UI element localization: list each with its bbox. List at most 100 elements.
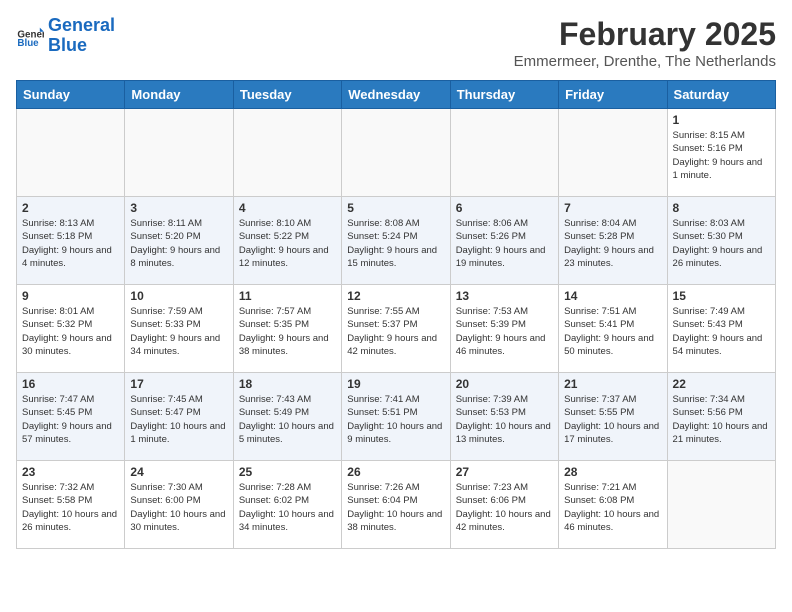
calendar-cell: 17 Sunrise: 7:45 AM Sunset: 5:47 PM Dayli… [125,373,233,461]
day-number: 4 [239,201,336,215]
day-info: Sunrise: 7:30 AM Sunset: 6:00 PM Dayligh… [130,481,227,534]
day-number: 14 [564,289,661,303]
calendar-cell: 12 Sunrise: 7:55 AM Sunset: 5:37 PM Dayli… [342,285,450,373]
calendar-week-row: 16 Sunrise: 7:47 AM Sunset: 5:45 PM Dayli… [17,373,776,461]
calendar-cell [667,461,775,549]
day-number: 28 [564,465,661,479]
calendar-cell: 22Sunrise: 7:34 AM Sunset: 5:56 PM Dayli… [667,373,775,461]
calendar-cell: 7 Sunrise: 8:04 AM Sunset: 5:28 PM Daylig… [559,197,667,285]
calendar-cell: 6Sunrise: 8:06 AM Sunset: 5:26 PM Daylig… [450,197,558,285]
header-area: General Blue General Blue February 2025 … [16,16,776,70]
calendar-cell: 11Sunrise: 7:57 AM Sunset: 5:35 PM Dayli… [233,285,341,373]
day-info: Sunrise: 7:43 AM Sunset: 5:49 PM Dayligh… [239,393,336,446]
location-title: Emmermeer, Drenthe, The Netherlands [514,53,776,70]
col-header-saturday: Saturday [667,81,775,109]
day-number: 18 [239,377,336,391]
day-info: Sunrise: 8:04 AM Sunset: 5:28 PM Dayligh… [564,217,661,270]
day-info: Sunrise: 7:26 AM Sunset: 6:04 PM Dayligh… [347,481,444,534]
day-info: Sunrise: 7:23 AM Sunset: 6:06 PM Dayligh… [456,481,553,534]
day-info: Sunrise: 8:06 AM Sunset: 5:26 PM Dayligh… [456,217,553,270]
calendar-header-row: SundayMondayTuesdayWednesdayThursdayFrid… [17,81,776,109]
calendar-cell: 5Sunrise: 8:08 AM Sunset: 5:24 PM Daylig… [342,197,450,285]
month-title: February 2025 [514,16,776,53]
calendar-cell [559,109,667,197]
day-info: Sunrise: 7:37 AM Sunset: 5:55 PM Dayligh… [564,393,661,446]
col-header-wednesday: Wednesday [342,81,450,109]
day-info: Sunrise: 8:15 AM Sunset: 5:16 PM Dayligh… [673,129,770,182]
day-number: 9 [22,289,119,303]
col-header-sunday: Sunday [17,81,125,109]
day-info: Sunrise: 8:11 AM Sunset: 5:20 PM Dayligh… [130,217,227,270]
calendar-cell: 28 Sunrise: 7:21 AM Sunset: 6:08 PM Dayli… [559,461,667,549]
calendar-cell: 14 Sunrise: 7:51 AM Sunset: 5:41 PM Dayli… [559,285,667,373]
calendar-cell: 8 Sunrise: 8:03 AM Sunset: 5:30 PM Daylig… [667,197,775,285]
day-number: 13 [456,289,553,303]
calendar-cell: 21 Sunrise: 7:37 AM Sunset: 5:55 PM Dayli… [559,373,667,461]
calendar-cell: 24 Sunrise: 7:30 AM Sunset: 6:00 PM Dayli… [125,461,233,549]
col-header-monday: Monday [125,81,233,109]
col-header-friday: Friday [559,81,667,109]
day-info: Sunrise: 7:49 AM Sunset: 5:43 PM Dayligh… [673,305,770,358]
day-number: 17 [130,377,227,391]
calendar-cell: 1 Sunrise: 8:15 AM Sunset: 5:16 PM Daylig… [667,109,775,197]
day-number: 7 [564,201,661,215]
day-info: Sunrise: 7:21 AM Sunset: 6:08 PM Dayligh… [564,481,661,534]
day-number: 16 [22,377,119,391]
calendar-cell [342,109,450,197]
day-info: Sunrise: 7:41 AM Sunset: 5:51 PM Dayligh… [347,393,444,446]
calendar-cell: 23 Sunrise: 7:32 AM Sunset: 5:58 PM Dayli… [17,461,125,549]
calendar-cell [17,109,125,197]
day-info: Sunrise: 8:13 AM Sunset: 5:18 PM Dayligh… [22,217,119,270]
day-number: 23 [22,465,119,479]
day-number: 24 [130,465,227,479]
logo-general: General [48,15,115,35]
day-number: 10 [130,289,227,303]
calendar-week-row: 2 Sunrise: 8:13 AM Sunset: 5:18 PM Daylig… [17,197,776,285]
calendar-cell: 9 Sunrise: 8:01 AM Sunset: 5:32 PM Daylig… [17,285,125,373]
day-info: Sunrise: 7:53 AM Sunset: 5:39 PM Dayligh… [456,305,553,358]
calendar-cell: 27 Sunrise: 7:23 AM Sunset: 6:06 PM Dayli… [450,461,558,549]
calendar-cell: 16 Sunrise: 7:47 AM Sunset: 5:45 PM Dayli… [17,373,125,461]
day-number: 1 [673,113,770,127]
day-info: Sunrise: 8:03 AM Sunset: 5:30 PM Dayligh… [673,217,770,270]
day-number: 25 [239,465,336,479]
day-number: 22 [673,377,770,391]
day-info: Sunrise: 8:01 AM Sunset: 5:32 PM Dayligh… [22,305,119,358]
calendar-cell: 25 Sunrise: 7:28 AM Sunset: 6:02 PM Dayli… [233,461,341,549]
day-info: Sunrise: 7:55 AM Sunset: 5:37 PM Dayligh… [347,305,444,358]
day-info: Sunrise: 7:51 AM Sunset: 5:41 PM Dayligh… [564,305,661,358]
day-info: Sunrise: 7:45 AM Sunset: 5:47 PM Dayligh… [130,393,227,446]
title-area: February 2025 Emmermeer, Drenthe, The Ne… [514,16,776,70]
day-info: Sunrise: 7:32 AM Sunset: 5:58 PM Dayligh… [22,481,119,534]
day-info: Sunrise: 7:57 AM Sunset: 5:35 PM Dayligh… [239,305,336,358]
calendar-cell [450,109,558,197]
calendar-cell: 26 Sunrise: 7:26 AM Sunset: 6:04 PM Dayli… [342,461,450,549]
day-number: 19 [347,377,444,391]
day-number: 12 [347,289,444,303]
calendar-cell [233,109,341,197]
day-number: 26 [347,465,444,479]
day-number: 20 [456,377,553,391]
day-info: Sunrise: 8:08 AM Sunset: 5:24 PM Dayligh… [347,217,444,270]
day-number: 2 [22,201,119,215]
calendar-cell: 18 Sunrise: 7:43 AM Sunset: 5:49 PM Dayli… [233,373,341,461]
calendar-week-row: 23 Sunrise: 7:32 AM Sunset: 5:58 PM Dayli… [17,461,776,549]
calendar-cell: 19 Sunrise: 7:41 AM Sunset: 5:51 PM Dayli… [342,373,450,461]
day-info: Sunrise: 7:39 AM Sunset: 5:53 PM Dayligh… [456,393,553,446]
day-number: 8 [673,201,770,215]
calendar-cell: 13 Sunrise: 7:53 AM Sunset: 5:39 PM Dayli… [450,285,558,373]
calendar-cell: 3Sunrise: 8:11 AM Sunset: 5:20 PM Daylig… [125,197,233,285]
day-info: Sunrise: 7:28 AM Sunset: 6:02 PM Dayligh… [239,481,336,534]
col-header-thursday: Thursday [450,81,558,109]
day-info: Sunrise: 7:47 AM Sunset: 5:45 PM Dayligh… [22,393,119,446]
day-number: 21 [564,377,661,391]
col-header-tuesday: Tuesday [233,81,341,109]
logo-blue: Blue [48,35,87,55]
calendar-week-row: 1 Sunrise: 8:15 AM Sunset: 5:16 PM Daylig… [17,109,776,197]
calendar: SundayMondayTuesdayWednesdayThursdayFrid… [16,80,776,549]
day-number: 27 [456,465,553,479]
logo-icon: General Blue [16,22,44,50]
calendar-cell: 2 Sunrise: 8:13 AM Sunset: 5:18 PM Daylig… [17,197,125,285]
svg-text:Blue: Blue [17,38,39,49]
calendar-cell: 15Sunrise: 7:49 AM Sunset: 5:43 PM Dayli… [667,285,775,373]
